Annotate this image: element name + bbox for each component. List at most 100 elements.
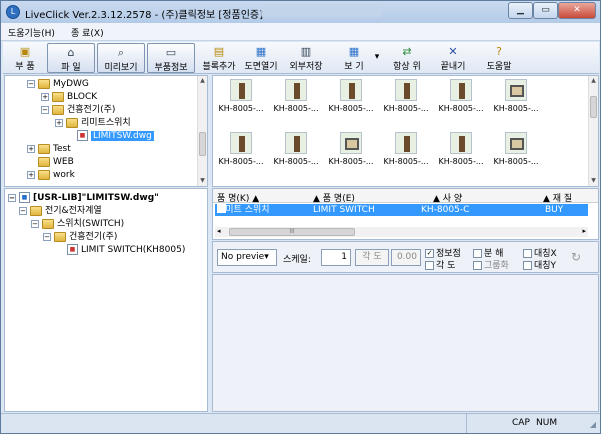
grid-horizontal-scrollbar[interactable]: ◂ III ▸ [215,227,588,237]
tree-node-block[interactable]: + BLOCK [41,91,97,103]
menu-help[interactable]: 도움기능(H) [8,26,55,39]
scroll-right-icon[interactable]: ▸ [582,227,586,235]
checkbox-unchecked[interactable] [473,249,482,258]
scroll-up-icon[interactable]: ▲ [198,76,207,86]
rotate-icon[interactable]: ↻ [571,250,581,264]
table-row[interactable]: 리미트 스위치 LIMIT SWITCH KH-8005-C BUY [215,204,588,216]
thumbnail-item[interactable]: KH-8005-... [435,79,487,119]
checkbox-checked[interactable]: ✓ [425,249,434,258]
scroll-thumb[interactable]: III [229,228,355,236]
thumbnail-item[interactable]: KH-8005-... [325,79,377,119]
scale-input[interactable]: 1 [321,249,351,266]
expand-icon[interactable]: + [27,144,35,153]
thumbnail-scrollbar[interactable]: ▲ ▼ [588,76,598,186]
scroll-left-icon[interactable]: ◂ [217,227,221,235]
symmetry-y-checkbox[interactable]: 대칭Y [523,258,556,271]
toolbar-open-drawing-button[interactable]: ▦ 도면열기 [241,43,281,73]
part-thumbnail-image [395,79,417,101]
thumbnail-item[interactable]: KH-8005-... [435,132,487,172]
thumbnail-item[interactable]: KH-8005-... [490,132,542,172]
lib-node-keonheung[interactable]: − 건흥전기(주) [43,231,117,243]
dwg-file-icon: ■ [77,130,88,141]
collapse-icon[interactable]: − [27,79,35,88]
thumbnail-item[interactable]: KH-8005-... [380,132,432,172]
collapse-icon[interactable]: − [43,232,51,241]
close-button[interactable]: ✕ [558,2,596,19]
toolbar-always-on-top-button[interactable]: ⇄ 항상 위 [387,43,427,73]
help-icon: ? [496,45,502,58]
checkbox-unchecked[interactable] [425,261,434,270]
thumbnail-item[interactable]: KH-8005-... [490,79,542,119]
angle-button[interactable]: 각 도 [355,249,389,266]
title-bar[interactable]: L LiveClick Ver.2.3.12.2578 - (주)클릭정보 [정… [1,1,600,23]
preview-canvas[interactable] [212,274,599,412]
checkbox-unchecked[interactable] [523,249,532,258]
add-block-icon: ▤ [213,45,225,58]
toolbar-file-button[interactable]: ⌂ 파 일 [47,43,95,73]
preview-mode-select[interactable]: No previe▾ [217,249,277,266]
folder-icon [66,117,78,128]
open-drawing-icon: ▦ [255,45,267,58]
collapse-icon[interactable]: − [31,219,39,228]
tree-node-mydwg[interactable]: − MyDWG [27,78,89,90]
lib-node-root[interactable]: − ■ [USR-LIB]"LIMITSW.dwg" [8,192,159,204]
preview-icon: ⌕ [117,46,125,59]
part-info-icon: ▭ [165,46,177,59]
minimize-button[interactable]: ▁ [508,2,533,19]
tree-node-limitswitch-folder[interactable]: + 리미트스위치 [55,117,131,129]
angle-checkbox[interactable]: 각 도 [425,258,455,271]
library-tree-panel[interactable]: − ■ [USR-LIB]"LIMITSW.dwg" − 전기&전자계열 − 스위치(S… [4,188,208,412]
folder-icon [30,205,42,216]
scroll-up-icon[interactable]: ▲ [589,76,598,86]
grid-header: 품 명(K) ▲ ▲ 품 명(E) ▲ 사 양 ▲ 재 질 [213,189,598,204]
expand-icon[interactable]: + [41,92,49,101]
angle-input[interactable]: 0.00 [391,249,421,266]
collapse-icon[interactable]: − [41,105,49,114]
tree-node-work[interactable]: + work [27,169,75,181]
expand-icon[interactable]: + [55,118,63,127]
toolbar-view-button[interactable]: ▦ 보 기 [331,43,377,73]
resize-grip-icon[interactable]: ◢ [590,420,596,429]
tree-node-web[interactable]: WEB [38,156,74,168]
checkbox-unchecked[interactable] [473,261,482,270]
always-on-top-icon: ⇄ [402,45,412,58]
toolbar-help-button[interactable]: ? 도움말 [479,43,519,73]
collapse-icon[interactable]: − [19,206,27,215]
toolbar-part-info-button[interactable]: ▭ 부품정보 [147,43,195,73]
scroll-thumb[interactable] [199,132,206,156]
thumbnail-item[interactable]: KH-8005-... [270,132,322,172]
scroll-thumb[interactable] [590,96,597,118]
menu-exit[interactable]: 종 료(X) [71,26,104,39]
file-icon: ⌂ [67,46,75,59]
maximize-button[interactable]: ▭ [533,2,558,19]
column-header-name-e[interactable]: ▲ 품 명(E) [313,191,355,204]
lib-node-limit-switch[interactable]: ■ LIMIT SWITCH(KH8005) [67,244,185,256]
lib-node-switch[interactable]: − 스위치(SWITCH) [31,218,124,230]
toolbar-export-button[interactable]: ▥ 외부저장 [285,43,327,73]
thumbnail-item[interactable]: KH-8005-... [215,79,267,119]
toolbar: ▣ 부 품 ⌂ 파 일 ⌕ 미리보기 ▭ 부품정보 ▤ 블록추가 ▦ 도면열기 … [3,42,599,74]
expand-icon[interactable]: + [27,170,35,179]
scroll-down-icon[interactable]: ▼ [198,176,207,186]
toolbar-preview-button[interactable]: ⌕ 미리보기 [97,43,145,73]
column-header-name-k[interactable]: 품 명(K) ▲ [217,191,259,204]
collapse-icon[interactable]: − [8,193,16,202]
checkbox-unchecked[interactable] [523,261,532,270]
thumbnail-item[interactable]: KH-8005-... [380,79,432,119]
folder-tree-scrollbar[interactable]: ▲ ▼ [197,76,207,186]
thumbnail-item[interactable]: KH-8005-... [270,79,322,119]
thumbnail-item[interactable]: KH-8005-... [325,132,377,172]
lib-node-electric[interactable]: − 전기&전자계열 [19,205,102,217]
group-checkbox[interactable]: 그룹화 [473,258,509,271]
toolbar-parts-button[interactable]: ▣ 부 품 [5,43,45,73]
thumbnail-item[interactable]: KH-8005-... [215,132,267,172]
toolbar-exit-button[interactable]: ✕ 끝내기 [433,43,473,73]
column-header-spec[interactable]: ▲ 사 양 [433,191,462,204]
tree-node-keonheung[interactable]: − 건흥전기(주) [41,104,115,116]
tree-node-limitsw-dwg[interactable]: ■ LIMITSW.dwg [77,130,154,142]
column-header-material[interactable]: ▲ 재 질 [543,191,572,204]
toolbar-add-block-button[interactable]: ▤ 블록추가 [199,43,239,73]
tree-node-test[interactable]: + Test [27,143,71,155]
folder-tree-panel[interactable]: − MyDWG + BLOCK − 건흥전기(주) + 리미트스위치 ■ LIMITSW.… [4,75,208,187]
scroll-down-icon[interactable]: ▼ [589,176,598,186]
